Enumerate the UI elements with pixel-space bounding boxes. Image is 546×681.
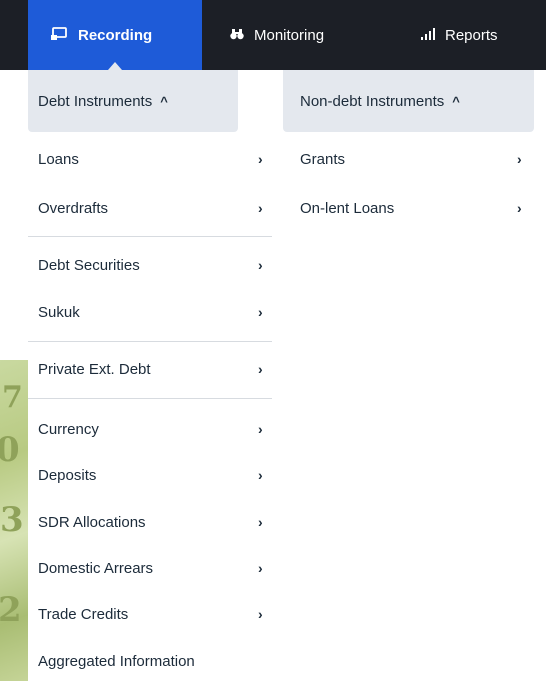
menu-item-label: Sukuk [38,303,80,321]
tab-reports-label: Reports [445,26,498,44]
menu-divider [28,398,272,399]
non-debt-instruments-header-label: Non-debt Instruments [300,92,445,110]
menu-divider [28,341,272,342]
tab-monitoring[interactable]: Monitoring [202,0,376,70]
menu-item-deposits[interactable]: Deposits › [28,462,282,488]
recording-icon [50,26,68,44]
menu-item-sukuk[interactable]: Sukuk › [28,299,282,325]
chevron-right-icon: › [258,606,263,622]
menu-item-label: Private Ext. Debt [38,360,151,378]
bar-chart-icon [421,27,435,43]
tab-reports[interactable]: Reports [376,0,546,70]
menu-item-label: Trade Credits [38,605,129,623]
non-debt-instruments-menu: Non-debt Instruments ^ Grants › On-lent … [282,70,546,681]
chevron-right-icon: › [258,200,263,216]
menu-item-trade-credits[interactable]: Trade Credits › [28,601,282,627]
tab-recording[interactable]: Recording [28,0,202,70]
menu-item-label: Domestic Arrears [38,559,154,577]
chevron-right-icon: › [258,467,263,483]
tab-recording-label: Recording [78,26,153,44]
menu-item-label: Debt Securities [38,256,140,274]
chevron-right-icon: › [258,257,263,273]
menu-item-sdr-allocations[interactable]: SDR Allocations › [28,509,282,535]
menu-item-on-lent-loans[interactable]: On-lent Loans › [283,195,544,221]
non-debt-instruments-header[interactable]: Non-debt Instruments ^ [283,70,534,132]
tab-monitoring-label: Monitoring [254,26,325,44]
chevron-right-icon: › [258,514,263,530]
menu-item-loans[interactable]: Loans › [28,146,282,172]
menu-item-debt-securities[interactable]: Debt Securities › [28,252,282,278]
debt-instruments-header-label: Debt Instruments [38,92,153,110]
menu-item-grants[interactable]: Grants › [283,146,544,172]
debt-instruments-menu: Debt Instruments ^ Loans › Overdrafts › … [28,70,282,681]
menu-item-domestic-arrears[interactable]: Domestic Arrears › [28,555,282,581]
menu-item-label: Currency [38,420,99,438]
top-navigation: Recording Monitoring Reports [0,0,546,70]
active-tab-pointer [108,62,122,70]
chevron-right-icon: › [517,151,522,167]
binoculars-icon [230,27,244,43]
debt-instruments-header[interactable]: Debt Instruments ^ [28,70,238,132]
chevron-right-icon: › [258,421,263,437]
menu-item-label: SDR Allocations [38,513,146,531]
chevron-right-icon: › [258,560,263,576]
menu-item-label: Aggregated Information [38,652,195,670]
banknote-image: 7 0 3 2 [0,360,28,681]
menu-item-label: Deposits [38,466,97,484]
menu-item-label: Grants [300,150,346,168]
menu-item-label: On-lent Loans [300,199,395,217]
menu-item-label: Overdrafts [38,199,109,217]
chevron-right-icon: › [517,200,522,216]
chevron-right-icon: › [258,361,263,377]
menu-item-aggregated-information[interactable]: Aggregated Information [28,648,282,674]
chevron-right-icon: › [258,304,263,320]
chevron-right-icon: › [258,151,263,167]
menu-item-overdrafts[interactable]: Overdrafts › [28,195,282,221]
menu-divider [28,236,272,237]
menu-item-currency[interactable]: Currency › [28,416,282,442]
chevron-up-icon: ^ [160,93,168,109]
chevron-up-icon: ^ [452,93,460,109]
menu-item-label: Loans [38,150,79,168]
menu-item-private-ext-debt[interactable]: Private Ext. Debt › [28,356,282,382]
